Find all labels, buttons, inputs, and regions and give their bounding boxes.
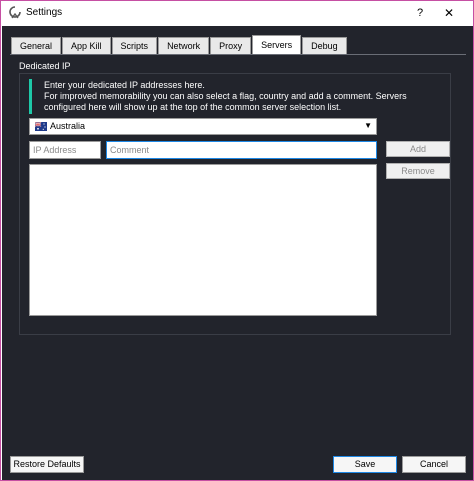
tab-general[interactable]: General [11,37,62,54]
cancel-button[interactable]: Cancel [402,456,466,473]
tab-scripts[interactable]: Scripts [111,37,158,54]
info-line-1: Enter your dedicated IP addresses here. [44,80,205,90]
tab-servers[interactable]: Servers [252,35,302,54]
settings-window: Settings ? ✕ General App Kill Scripts Ne… [0,0,474,481]
dedicated-ip-heading: Dedicated IP [19,61,71,71]
remove-button[interactable]: Remove [386,163,450,179]
info-line-2: For improved memorability you can also s… [44,91,407,112]
close-button[interactable]: ✕ [437,4,461,22]
tab-network[interactable]: Network [158,37,210,54]
dropdown-arrow-icon: ▼ [364,121,372,130]
tab-bar: General App Kill Scripts Network Proxy S… [11,35,348,54]
tab-debug[interactable]: Debug [302,37,347,54]
tab-proxy[interactable]: Proxy [210,37,252,54]
save-button[interactable]: Save [333,456,397,473]
info-accent-bar [29,79,32,114]
selected-country: Australia [50,121,86,131]
servers-tab-panel: Dedicated IP Enter your dedicated IP add… [10,54,466,466]
tab-app-kill[interactable]: App Kill [62,37,111,54]
australia-flag-icon [34,121,47,131]
country-select[interactable]: Australia ▼ [29,118,377,135]
dialog-body: General App Kill Scripts Network Proxy S… [2,26,473,480]
comment-input[interactable] [106,141,377,159]
dedicated-ip-list[interactable] [29,164,377,316]
info-text: Enter your dedicated IP addresses here. … [44,80,444,113]
title-bar: Settings ? ✕ [1,1,473,26]
help-button[interactable]: ? [410,4,430,22]
restore-defaults-button[interactable]: Restore Defaults [10,456,84,473]
add-button[interactable]: Add [386,141,450,157]
app-logo-icon [9,6,21,20]
ip-address-input[interactable] [29,141,101,159]
window-title: Settings [26,7,63,18]
dedicated-ip-group: Enter your dedicated IP addresses here. … [19,73,451,335]
